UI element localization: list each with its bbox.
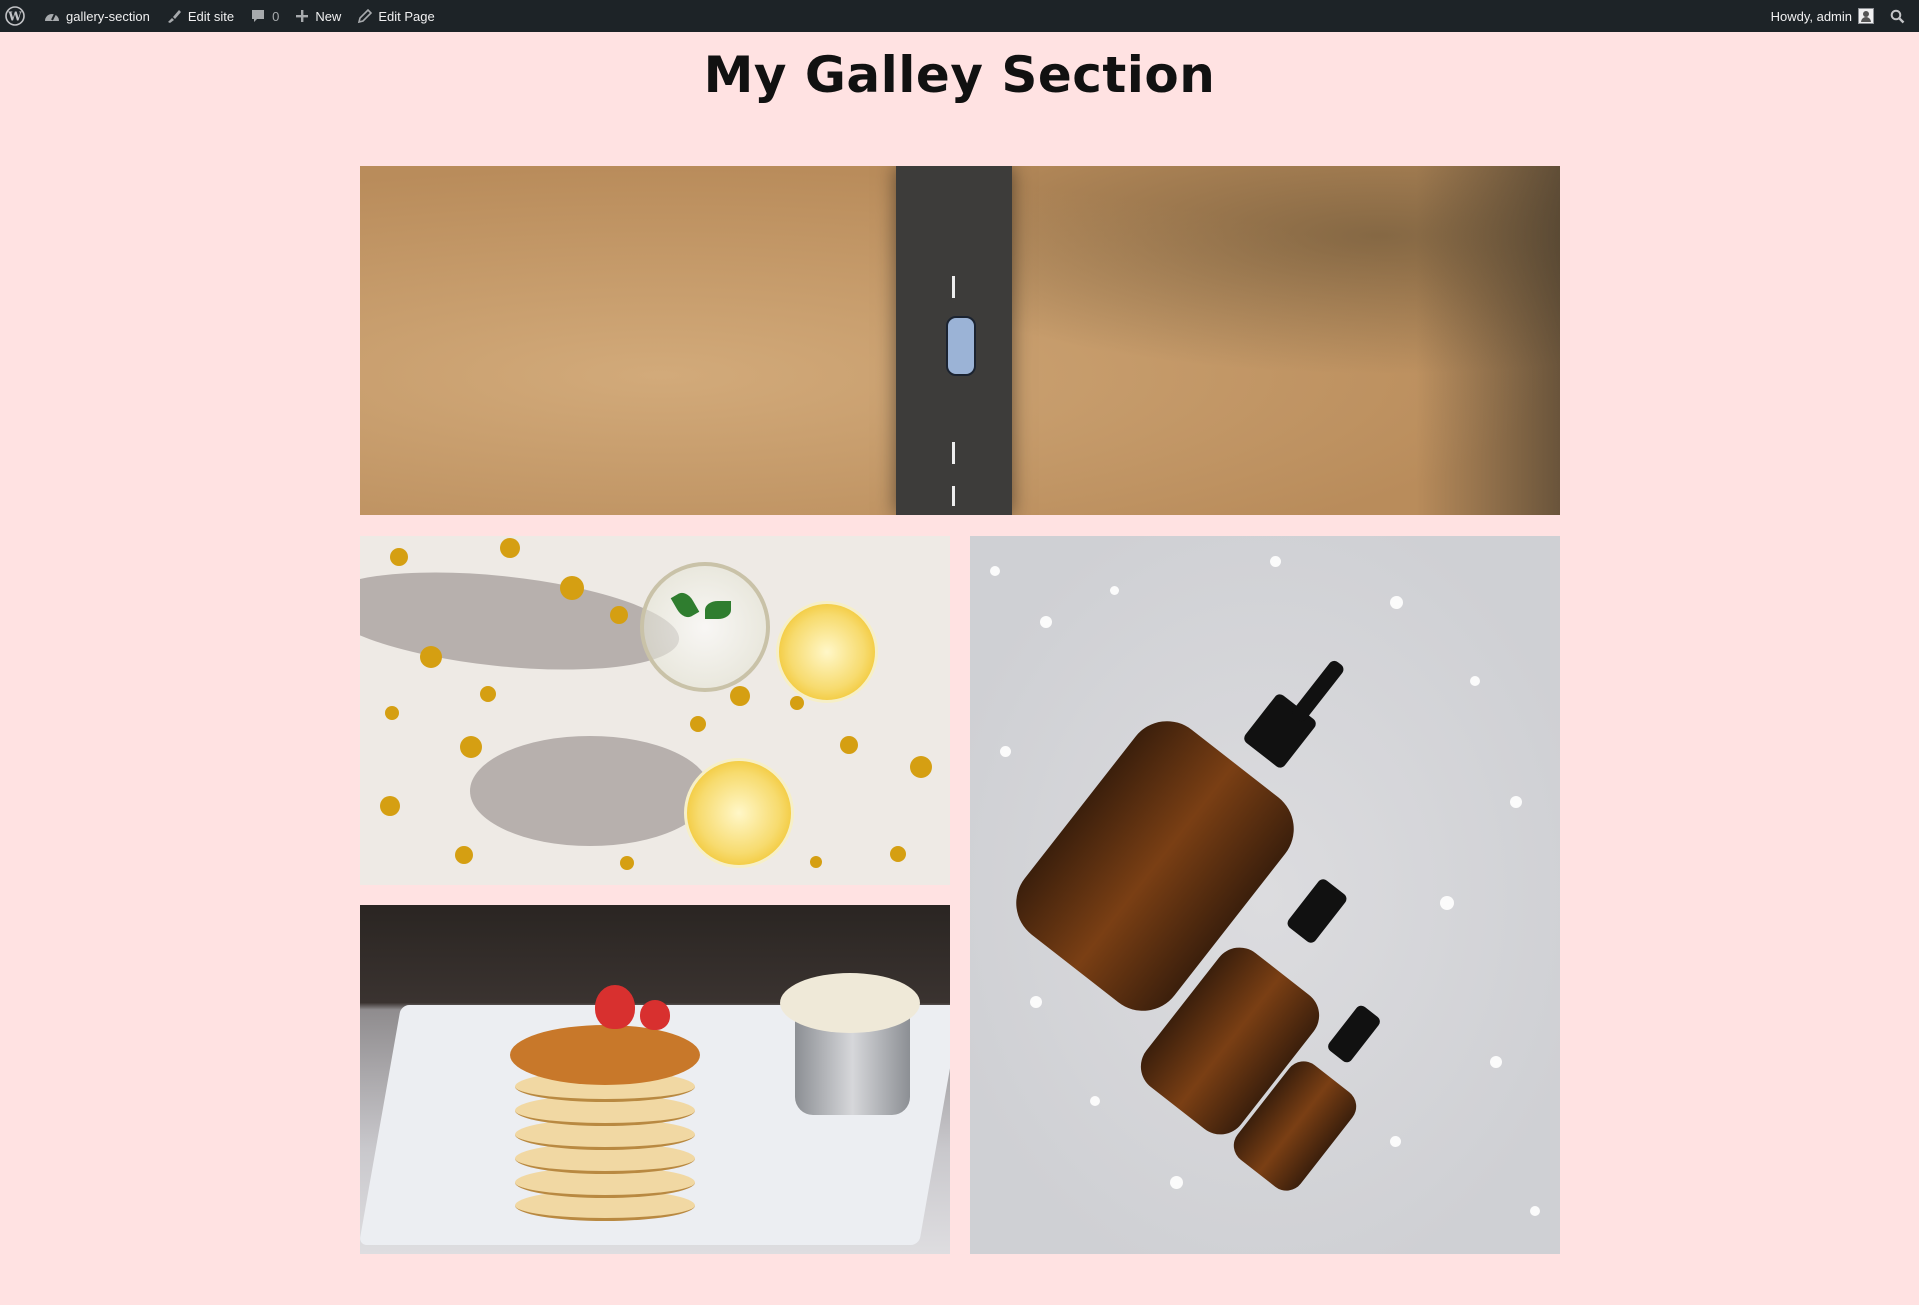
splatter-dot (455, 846, 473, 864)
new-label: New (315, 8, 342, 24)
pencil-icon (358, 8, 373, 23)
glass-shape (640, 562, 770, 692)
my-account-menu[interactable]: Howdy, admin (1763, 0, 1882, 32)
site-name-label: gallery-section (66, 8, 150, 24)
greeting-label: Howdy, admin (1770, 8, 1852, 24)
salt-grain (1110, 586, 1119, 595)
svg-text:W: W (7, 10, 22, 24)
salt-grain (1390, 1136, 1401, 1147)
splatter-dot (610, 606, 628, 624)
wordpress-logo-icon[interactable]: W (0, 0, 36, 32)
splatter-dot (790, 696, 804, 710)
syrup-shape (510, 1025, 700, 1085)
splatter-dot (480, 686, 496, 702)
splatter-dot (460, 736, 482, 758)
mint-leaf (705, 601, 731, 619)
splatter-dot (500, 538, 520, 558)
salt-grain (1390, 596, 1403, 609)
site-name-link[interactable]: gallery-section (36, 0, 158, 32)
salt-grain (1030, 996, 1042, 1008)
admin-bar: W gallery-section Edit site 0 New Edit P… (0, 0, 1919, 32)
salt-grain (1510, 796, 1522, 808)
strawberry-shape (640, 1000, 670, 1030)
salt-grain (1090, 1096, 1100, 1106)
splatter-dot (620, 856, 634, 870)
avatar (1858, 8, 1874, 24)
amber-bottles-photo (970, 536, 1560, 1254)
splatter-dot (390, 548, 408, 566)
salt-grain (1000, 746, 1011, 757)
dashboard-icon (45, 13, 59, 21)
comments-link[interactable]: 0 (242, 0, 287, 32)
cream-shape (780, 973, 920, 1033)
splatter-dot (910, 756, 932, 778)
splatter-dot (380, 796, 400, 816)
pancakes-photo (360, 905, 950, 1254)
plus-icon (296, 10, 309, 22)
edit-page-label: Edit Page (378, 8, 435, 24)
splatter-dot (810, 856, 822, 868)
desert-road-photo (360, 166, 1560, 515)
splatter-dot (420, 646, 442, 668)
dropper-cap-shape (1325, 1003, 1383, 1065)
splatter-dot (560, 576, 584, 600)
splatter-dot (890, 846, 906, 862)
page-title: My Galley Section (703, 46, 1216, 104)
lemons-photo (360, 536, 950, 885)
salt-grain (1530, 1206, 1540, 1216)
new-content-link[interactable]: New (287, 0, 349, 32)
shadow-shape (470, 736, 710, 846)
edit-site-link[interactable]: Edit site (158, 0, 242, 32)
comments-count: 0 (272, 8, 280, 24)
salt-grain (1170, 1176, 1183, 1189)
search-icon (1890, 9, 1905, 23)
edit-site-label: Edit site (187, 8, 235, 24)
pump-nozzle-shape (1290, 658, 1346, 724)
salt-grain (1270, 556, 1281, 567)
spray-cap-shape (1285, 876, 1349, 946)
splatter-dot (730, 686, 750, 706)
splatter-dot (840, 736, 858, 754)
salt-grain (1470, 676, 1480, 686)
brush-icon (167, 10, 181, 23)
salt-grain (1040, 616, 1052, 628)
splatter-dot (690, 716, 706, 732)
lane-mark (952, 276, 955, 298)
lane-mark (952, 486, 955, 506)
edit-page-link[interactable]: Edit Page (349, 0, 442, 32)
lemon-slice (776, 601, 878, 703)
salt-grain (1440, 896, 1454, 910)
salt-grain (1490, 1056, 1502, 1068)
shadow-shape (360, 557, 684, 685)
splatter-dot (385, 706, 399, 720)
car-shape (946, 316, 976, 376)
comment-bubble-icon (252, 10, 265, 22)
strawberry-shape (595, 985, 635, 1029)
salt-grain (990, 566, 1000, 576)
lemon-slice (684, 758, 794, 868)
search-button[interactable] (1882, 0, 1919, 32)
lane-mark (952, 442, 955, 464)
